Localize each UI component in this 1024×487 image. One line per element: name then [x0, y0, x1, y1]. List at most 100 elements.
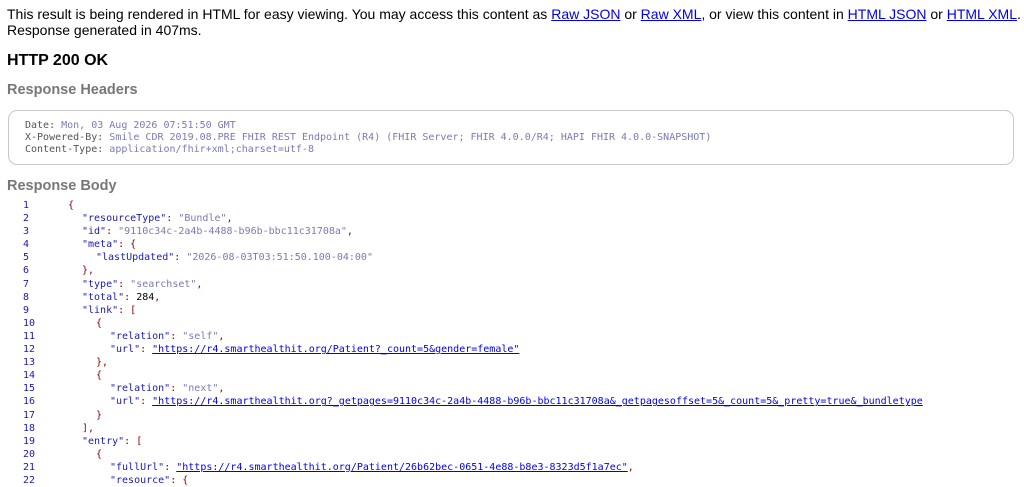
code-line: 22 "resource": {	[0, 474, 1024, 487]
json-punctuation: ,	[226, 213, 233, 225]
json-string: "9110c34c-2a4b-4488-b96b-bbc11c31708a"	[118, 226, 347, 238]
html-json-link[interactable]: HTML JSON	[848, 6, 927, 22]
code-line: 5 "lastUpdated": "2026-08-03T03:51:50.100…	[0, 251, 1024, 264]
response-headers-box: Date: Mon, 03 Aug 2026 07:51:50 GMT X-Po…	[8, 110, 1014, 165]
line-number: 4	[23, 239, 30, 251]
header-name: Content-Type:	[25, 144, 110, 155]
json-key: "relation"	[110, 383, 171, 395]
response-body-code: 1{2 "resourceType": "Bundle", 3 "id": "9110…	[0, 199, 1024, 487]
line-number: 8	[23, 291, 30, 303]
json-key: "type"	[82, 278, 119, 290]
code-line: 10 {	[0, 317, 1024, 330]
json-punctuation: :	[170, 383, 183, 395]
intro-text-2: or	[620, 6, 641, 22]
code-line: 20 {	[0, 448, 1024, 461]
json-punctuation: :	[140, 396, 153, 408]
code-line: 4 "meta": {	[0, 238, 1024, 251]
code-line: 1{	[0, 199, 1024, 212]
json-string: "2026-08-03T03:51:50.100-04:00"	[186, 252, 373, 264]
header-name: X-Powered-By:	[25, 132, 110, 143]
code-line: 15 "relation": "next",	[0, 382, 1024, 395]
json-punctuation: }	[96, 409, 103, 421]
line-number: 1	[23, 200, 30, 211]
intro-text-3: , or view this content in	[701, 6, 848, 22]
json-key: "entry"	[82, 435, 125, 447]
json-url-link[interactable]: "https://r4.smarthealthit.org?_getpages=…	[152, 396, 923, 407]
intro-text-1: This result is being rendered in HTML fo…	[7, 6, 552, 22]
code-line: 3 "id": "9110c34c-2a4b-4488-b96b-bbc11c31…	[0, 225, 1024, 238]
code-line: 11 "relation": "self",	[0, 330, 1024, 343]
line-number: 19	[23, 435, 36, 447]
header-line-powered-by: X-Powered-By: Smile CDR 2019.08.PRE FHIR…	[25, 132, 1013, 144]
json-key: "fullUrl"	[110, 461, 165, 473]
json-punctuation: ,	[154, 291, 161, 303]
json-string: "searchset"	[130, 278, 197, 290]
json-punctuation: :	[174, 252, 187, 264]
code-line: 14 {	[0, 369, 1024, 382]
code-line: 12 "url": "https://r4.smarthealthit.org/P…	[0, 343, 1024, 356]
json-key: "url"	[110, 396, 141, 408]
json-key: "meta"	[82, 239, 119, 251]
line-number: 3	[23, 226, 30, 238]
line-number: 2	[23, 213, 30, 225]
json-key: "resource"	[110, 474, 171, 486]
json-punctuation: :	[118, 278, 131, 290]
line-number: 14	[23, 370, 36, 382]
json-punctuation: :	[106, 226, 119, 238]
line-number: 15	[23, 383, 36, 395]
json-key: "total"	[82, 291, 125, 303]
json-key: "link"	[82, 304, 119, 316]
json-punctuation: ],	[82, 422, 95, 434]
line-number: 7	[23, 278, 30, 290]
code-line: 8 "total": 284,	[0, 291, 1024, 304]
header-value: Mon, 03 Aug 2026 07:51:50 GMT	[61, 120, 236, 131]
header-value: application/fhir+xml;charset=utf-8	[109, 144, 314, 155]
line-number: 10	[23, 317, 36, 329]
json-url-link[interactable]: "https://r4.smarthealthit.org/Patient/26…	[176, 462, 628, 473]
line-number: 13	[23, 357, 36, 369]
line-number: 17	[23, 409, 36, 421]
code-line: 2 "resourceType": "Bundle",	[0, 212, 1024, 225]
json-punctuation: },	[82, 265, 95, 277]
json-punctuation: :	[164, 461, 177, 473]
json-punctuation: ,	[196, 278, 203, 290]
json-punctuation: ,	[218, 330, 225, 342]
status-heading: HTTP 200 OK	[7, 52, 109, 69]
code-line: 16 "url": "https://r4.smarthealthit.org?_…	[0, 395, 1024, 408]
raw-xml-link[interactable]: Raw XML	[641, 6, 702, 22]
json-key: "lastUpdated"	[96, 252, 175, 264]
json-punctuation: },	[96, 357, 109, 369]
line-number: 16	[23, 396, 36, 408]
header-name: Date:	[25, 120, 62, 131]
html-xml-link[interactable]: HTML XML	[947, 6, 1017, 22]
code-line: 19 "entry": [	[0, 435, 1024, 448]
json-punctuation: :	[170, 330, 183, 342]
json-string: "next"	[182, 383, 219, 395]
code-line: 21 "fullUrl": "https://r4.smarthealthit.o…	[0, 461, 1024, 474]
line-number: 11	[23, 330, 36, 342]
code-line: 13},	[0, 356, 1024, 369]
json-punctuation: :	[124, 291, 137, 303]
json-punctuation: : {	[170, 474, 189, 486]
json-key: "id"	[82, 226, 107, 238]
line-number: 20	[23, 448, 36, 460]
code-line: 9 "link": [	[0, 304, 1024, 317]
json-key: "resourceType"	[82, 213, 167, 225]
json-punctuation: ,	[218, 383, 225, 395]
json-punctuation: : [	[118, 304, 137, 316]
json-punctuation: {	[68, 200, 75, 211]
code-line: 17}	[0, 409, 1024, 422]
json-string: "self"	[182, 330, 219, 342]
line-number: 22	[23, 474, 36, 486]
json-punctuation: :	[166, 213, 179, 225]
raw-json-link[interactable]: Raw JSON	[551, 6, 620, 22]
json-string: "Bundle"	[178, 213, 227, 225]
intro-text-4: or	[926, 6, 947, 22]
json-number: 284	[136, 291, 155, 303]
json-punctuation: ,	[627, 461, 634, 473]
header-value: Smile CDR 2019.08.PRE FHIR REST Endpoint…	[109, 132, 712, 143]
json-key: "relation"	[110, 330, 171, 342]
json-key: "url"	[110, 344, 141, 356]
json-url-link[interactable]: "https://r4.smarthealthit.org/Patient?_c…	[152, 344, 519, 355]
response-body-heading: Response Body	[7, 178, 117, 194]
